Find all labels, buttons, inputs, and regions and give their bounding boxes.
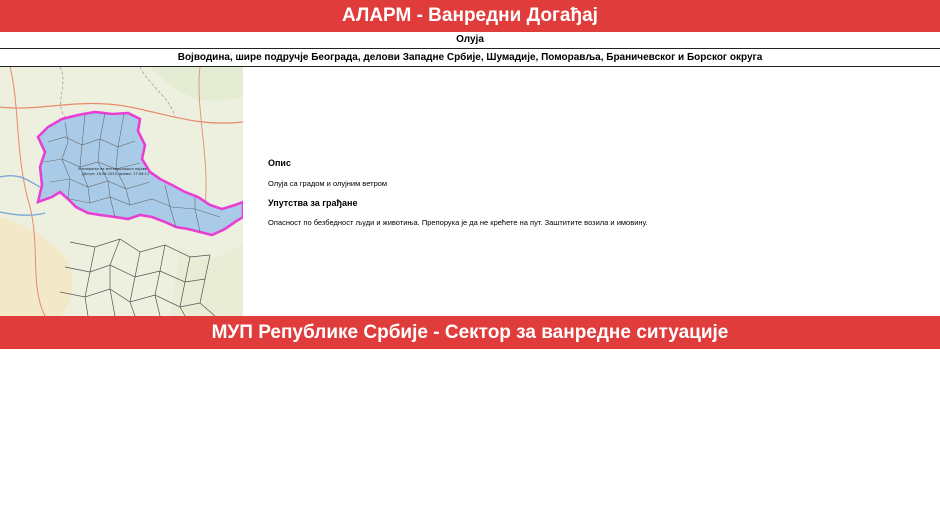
alert-title-banner: АЛАРМ - Ванредни Догађај — [0, 0, 940, 32]
info-panel: Опис Олуја са градом и олујним ветром Уп… — [268, 67, 928, 316]
description-text: Олуја са градом и олујним ветром — [268, 179, 388, 188]
footer-banner: МУП Републике Србије - Сектор за ванредн… — [0, 316, 940, 349]
map-image: Упозорење на метеоролошке појаве Датум: … — [0, 67, 243, 316]
map-label-line2: Датум: 18.06.2025, време: 17:56:11 — [82, 172, 149, 176]
footer-title: МУП Републике Србије - Сектор за ванредн… — [211, 322, 729, 343]
map-label-line1: Упозорење на метеоролошке појаве — [78, 167, 148, 171]
instructions-text: Опасност по безбедност људи и животиња. … — [268, 218, 648, 227]
event-type-row: Олуја — [0, 32, 940, 49]
instructions-heading: Упутства за грађане — [268, 198, 358, 208]
alert-map: Упозорење на метеоролошке појаве Датум: … — [0, 67, 243, 316]
affected-area-row: Војводина, шире подручје Београда, делов… — [0, 49, 940, 67]
affected-area: Војводина, шире подручје Београда, делов… — [177, 52, 763, 63]
description-heading: Опис — [268, 158, 291, 168]
alert-title: АЛАРМ - Ванредни Догађај — [342, 5, 598, 26]
event-type: Олуја — [456, 34, 484, 45]
